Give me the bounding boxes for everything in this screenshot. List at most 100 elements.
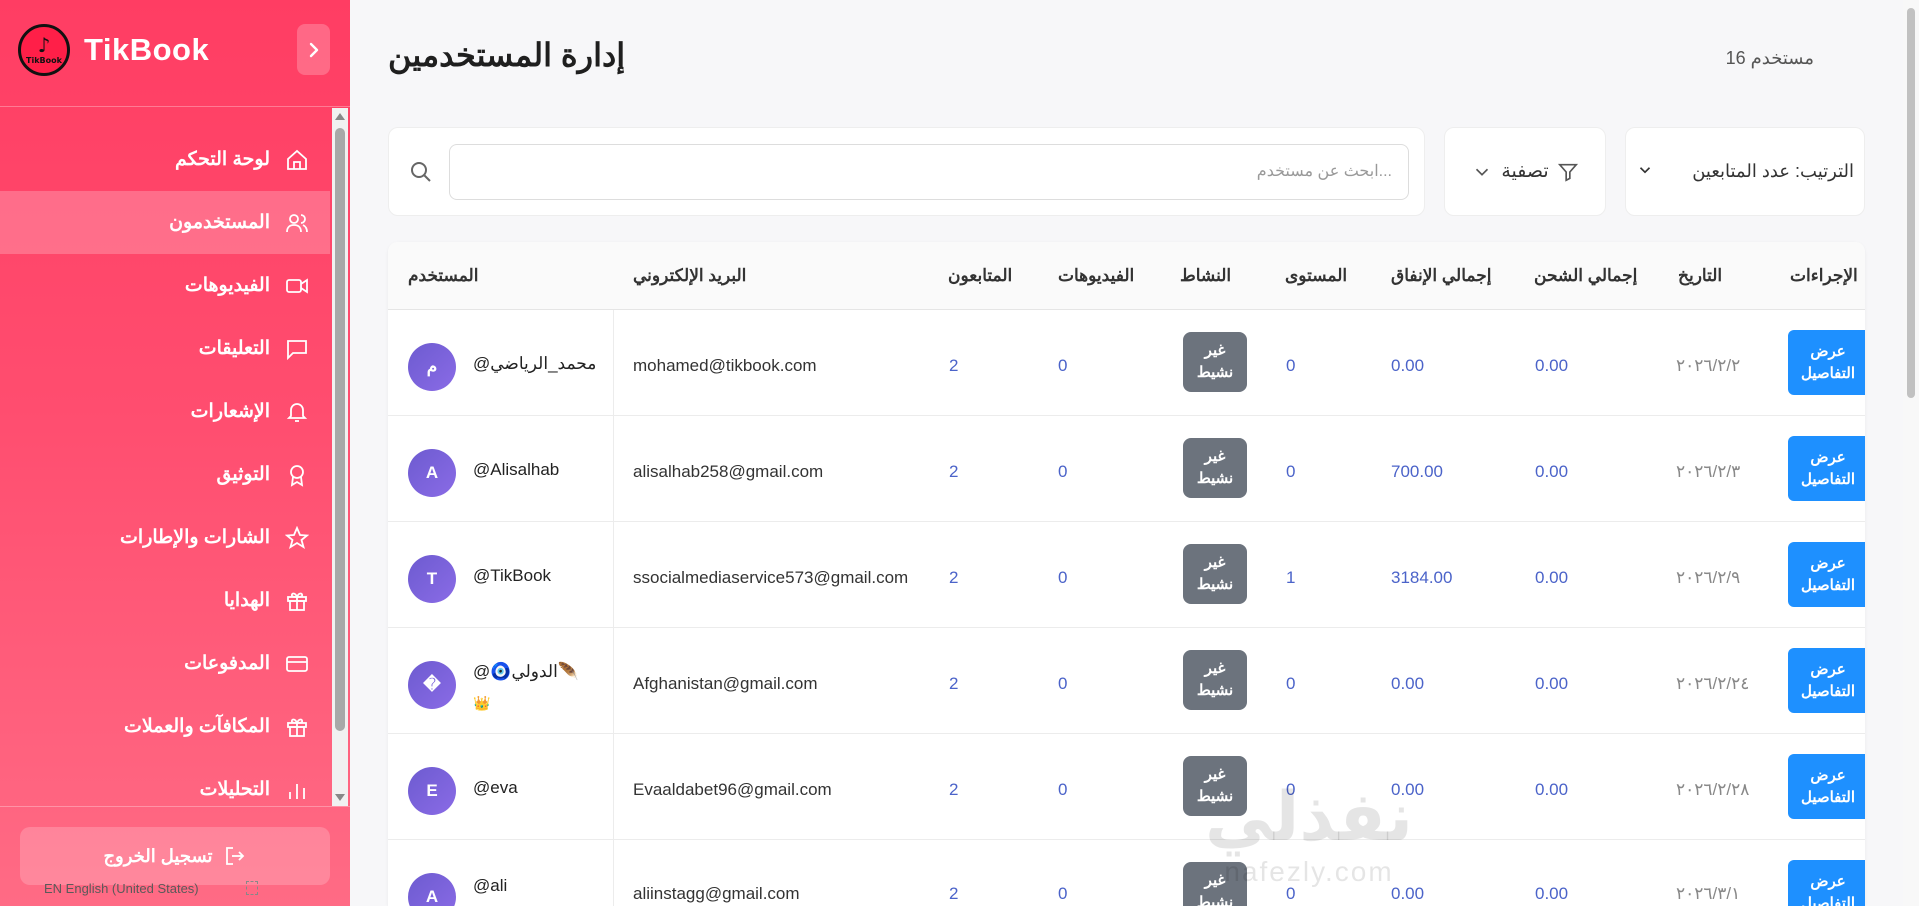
avatar[interactable]: �: [408, 661, 456, 709]
avatar[interactable]: A: [408, 449, 456, 497]
search-icon[interactable]: [409, 160, 433, 188]
sidebar-item-badges-frames[interactable]: الشارات والإطارات: [0, 506, 330, 569]
status-line: غير: [1204, 448, 1226, 465]
sidebar-nav: لوحة التحكم المستخدمون الفيديوهات التعلي…: [0, 128, 330, 821]
email: Evaaldabet96@gmail.com: [633, 780, 832, 799]
status-line: غير: [1204, 872, 1226, 889]
column-header-videos[interactable]: الفيديوهات: [1058, 266, 1134, 286]
sidebar-item-label: المدفوعات: [184, 653, 270, 674]
view-details-button[interactable]: عرض التفاصيل: [1788, 754, 1865, 819]
column-header-email[interactable]: البريد الإلكتروني: [633, 266, 746, 286]
sidebar-item-notifications[interactable]: الإشعارات: [0, 380, 330, 443]
column-divider: [613, 522, 614, 627]
videos-count: 0: [1058, 780, 1068, 799]
language-indicator[interactable]: EN English (United States): [44, 881, 199, 896]
bar-chart-icon: [284, 777, 310, 803]
status-line: غير: [1204, 342, 1226, 359]
scroll-up-arrow-icon[interactable]: [335, 113, 345, 120]
chevron-down-icon: [1476, 168, 1489, 176]
column-divider: [613, 416, 614, 521]
username[interactable]: @eva: [473, 778, 518, 798]
date: ٢٠٢٦/٢/٢٤: [1676, 674, 1750, 693]
username[interactable]: @🧿الدولي🪶: [473, 662, 579, 682]
username[interactable]: @ali: [473, 876, 507, 896]
sidebar-item-dashboard[interactable]: لوحة التحكم: [0, 128, 330, 191]
sidebar-item-rewards-coins[interactable]: المكافآت والعملات: [0, 695, 330, 758]
view-details-button[interactable]: عرض التفاصيل: [1788, 330, 1865, 395]
view-details-button[interactable]: عرض التفاصيل: [1788, 436, 1865, 501]
total-spent: 700.00: [1391, 462, 1443, 481]
credit-card-icon: [284, 651, 310, 677]
username[interactable]: @Alisalhab: [473, 460, 559, 480]
sort-select[interactable]: الترتيب: عدد المتابعين: [1625, 127, 1865, 216]
avatar[interactable]: A: [408, 873, 456, 906]
search-panel: [388, 127, 1425, 216]
total-spent: 0.00: [1391, 674, 1425, 693]
followers-count: 2: [949, 356, 959, 375]
brand[interactable]: ♪ TikBook TikBook: [18, 22, 209, 78]
followers-count: 2: [949, 462, 959, 481]
view-details-button[interactable]: عرض التفاصيل: [1788, 542, 1865, 607]
total-charged: 0.00: [1535, 674, 1569, 693]
view-details-label: عرض: [1810, 872, 1846, 890]
level: 1: [1286, 568, 1296, 587]
scroll-down-arrow-icon[interactable]: [335, 794, 345, 801]
filter-icon: [1557, 163, 1578, 182]
videos-count: 0: [1058, 674, 1068, 693]
status-line: غير: [1204, 554, 1226, 571]
sidebar-collapse-button[interactable]: [297, 24, 330, 75]
column-header-total-spent[interactable]: إجمالي الإنفاق: [1391, 266, 1491, 286]
logout-button[interactable]: تسجيل الخروج: [20, 827, 330, 885]
sidebar-item-label: الفيديوهات: [184, 275, 270, 296]
level: 0: [1286, 462, 1296, 481]
sidebar-item-payments[interactable]: المدفوعات: [0, 632, 330, 695]
view-details-label: التفاصيل: [1800, 470, 1856, 488]
column-divider: [613, 310, 614, 415]
sidebar-item-label: الشارات والإطارات: [120, 527, 270, 548]
table-row: T @TikBook ssocialmediaservice573@gmail.…: [388, 522, 1865, 628]
comment-icon: [284, 336, 310, 362]
email: Afghanistan@gmail.com: [633, 674, 818, 693]
sidebar-item-users[interactable]: المستخدمون: [0, 191, 330, 254]
column-header-level[interactable]: المستوى: [1285, 266, 1347, 286]
view-details-button[interactable]: عرض التفاصيل: [1788, 860, 1865, 906]
table-row: � @🧿الدولي🪶 👑 Afghanistan@gmail.com 2 0 …: [388, 628, 1865, 734]
sidebar-scrollbar[interactable]: [332, 108, 348, 806]
column-header-user[interactable]: المستخدم: [408, 266, 478, 286]
column-header-activity[interactable]: النشاط: [1180, 266, 1231, 286]
videos-count: 0: [1058, 462, 1068, 481]
status-line: غير: [1204, 660, 1226, 677]
page-scrollbar[interactable]: [1903, 0, 1919, 906]
avatar[interactable]: T: [408, 555, 456, 603]
view-details-button[interactable]: عرض التفاصيل: [1788, 648, 1865, 713]
total-charged: 0.00: [1535, 884, 1569, 903]
filter-button[interactable]: تصفية: [1444, 127, 1606, 216]
gift-icon: [284, 714, 310, 740]
view-details-label: التفاصيل: [1800, 682, 1856, 700]
brand-name: TikBook: [84, 32, 210, 67]
username[interactable]: @TikBook: [473, 566, 551, 586]
avatar[interactable]: E: [408, 767, 456, 815]
date: ٢٠٢٦/٢/٩: [1676, 568, 1741, 587]
date: ٢٠٢٦/٢/٢: [1676, 356, 1741, 375]
column-header-date[interactable]: التاريخ: [1678, 266, 1722, 286]
total-spent: 3184.00: [1391, 568, 1453, 587]
sidebar-item-comments[interactable]: التعليقات: [0, 317, 330, 380]
sidebar-item-gifts[interactable]: الهدايا: [0, 569, 330, 632]
sidebar-item-videos[interactable]: الفيديوهات: [0, 254, 330, 317]
column-header-total-charged[interactable]: إجمالي الشحن: [1534, 266, 1637, 286]
total-spent: 0.00: [1391, 884, 1425, 903]
avatar[interactable]: م: [408, 343, 456, 391]
status-badge: غير نشيط: [1183, 544, 1247, 604]
search-input[interactable]: [449, 144, 1409, 200]
username[interactable]: @محمد_الرياضي: [473, 354, 596, 374]
scrollbar-thumb[interactable]: [1907, 8, 1915, 398]
scrollbar-thumb[interactable]: [335, 128, 345, 731]
sidebar-item-verification[interactable]: التوثيق: [0, 443, 330, 506]
chevron-right-icon: [309, 42, 318, 57]
page-title: إدارة المستخدمين: [388, 37, 626, 73]
view-details-label: التفاصيل: [1800, 576, 1856, 594]
tikbook-logo: ♪ TikBook: [18, 24, 70, 76]
column-header-followers[interactable]: المتابعون: [948, 266, 1012, 286]
email: alisalhab258@gmail.com: [633, 462, 824, 481]
